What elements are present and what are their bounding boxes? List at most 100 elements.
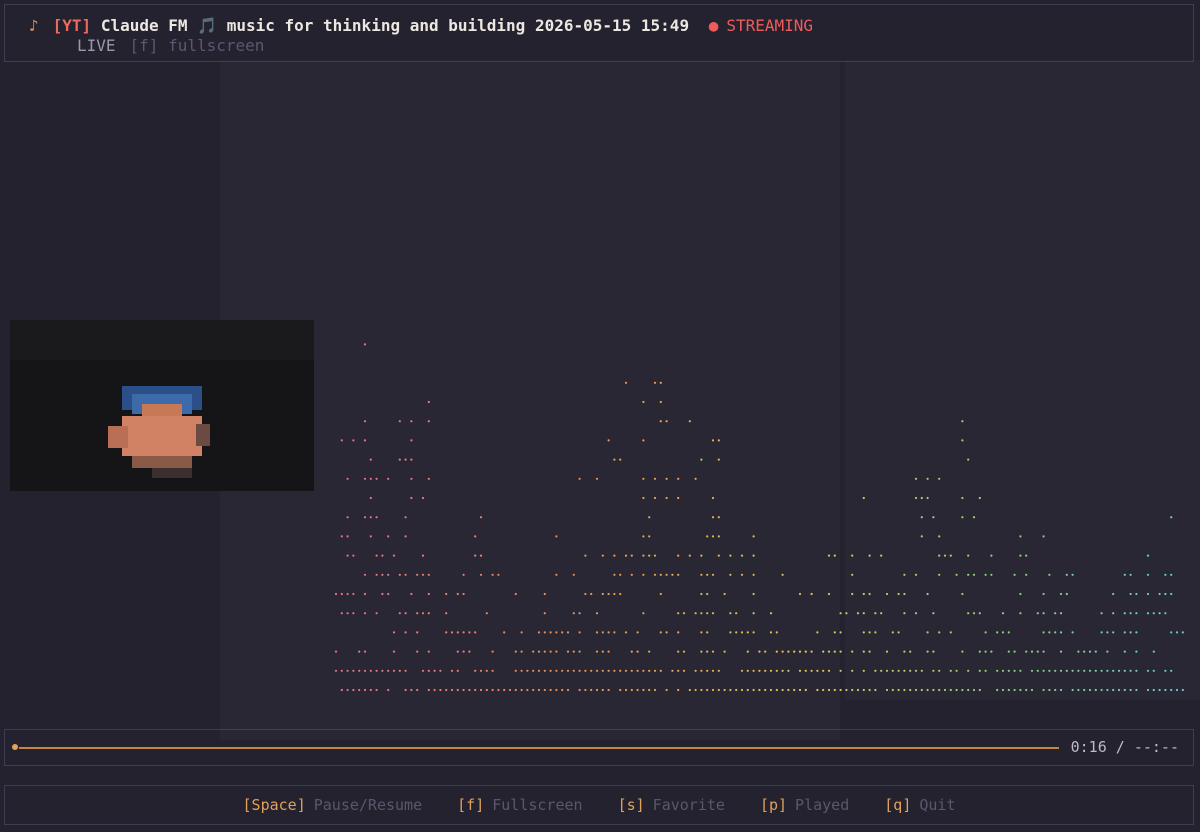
visualizer-dot <box>421 554 425 557</box>
visualizer-dot <box>711 573 715 576</box>
visualizer-dot <box>491 650 494 653</box>
visualizer-dot <box>880 554 883 557</box>
visualizer-dot <box>653 381 657 384</box>
visualizer-dot <box>549 631 552 634</box>
visualizer-dot <box>1071 669 1074 672</box>
visualizer-dot <box>334 650 338 653</box>
visualizer-dot <box>1042 592 1045 596</box>
visualizer-dot <box>874 669 877 672</box>
visualizer-dot <box>1042 612 1045 615</box>
progress-bar[interactable]: 0:16 / --:-- <box>4 729 1194 766</box>
visualizer-dot <box>781 688 784 692</box>
visualizer-dot <box>595 477 599 480</box>
visualizer-dot <box>706 535 709 538</box>
visualizer-dot <box>624 631 628 634</box>
visualizer-dot <box>1065 573 1068 576</box>
visualizer-dot <box>752 535 755 538</box>
visualizer-dot <box>706 650 709 653</box>
visualizer-dot <box>717 535 720 538</box>
visualizer-dot <box>433 688 436 692</box>
visualizer-dot <box>624 381 628 384</box>
visualizer-dot <box>949 554 952 557</box>
visualizer-dot <box>729 688 732 692</box>
visualizer-dot <box>613 631 616 634</box>
visualizer-dot <box>450 669 454 672</box>
visualizer-dot <box>346 612 349 615</box>
visualizer-dot <box>816 669 819 672</box>
keybind-quit[interactable]: [q] Quit <box>884 796 955 814</box>
visualizer-dot <box>607 592 610 596</box>
visualizer-dot <box>671 669 674 672</box>
visualizer-dot <box>955 573 958 576</box>
visualizer-dot <box>1059 650 1063 653</box>
visualizer-dot <box>346 554 349 557</box>
visualizer-dot <box>427 592 430 596</box>
visualizer-dot <box>659 400 662 404</box>
visualizer-dot <box>427 650 430 653</box>
visualizer-dot <box>578 631 581 634</box>
visualizer-dot <box>595 612 599 615</box>
visualizer-dot <box>862 688 865 692</box>
visualizer-dot <box>1019 669 1022 672</box>
keybind-played[interactable]: [p] Played <box>760 796 849 814</box>
visualizer-dot <box>1164 688 1167 692</box>
visualizer-dot <box>793 650 796 653</box>
visualizer-dot <box>781 650 784 653</box>
visualizer-dot <box>677 688 680 692</box>
visualizer-dot <box>775 669 778 672</box>
visualizer-dot <box>1129 573 1132 576</box>
visualizer-dot <box>752 669 755 672</box>
visualizer-dot <box>700 573 703 576</box>
visualizer-dot <box>920 516 923 519</box>
progress-knob[interactable] <box>12 744 18 750</box>
visualizer-dot <box>1036 669 1039 672</box>
visualizer-dot <box>868 631 871 634</box>
visualizer-dot <box>723 650 726 653</box>
visualizer-dot <box>427 477 430 480</box>
visualizer-dot <box>967 688 970 692</box>
visualizer-dot <box>1054 631 1057 634</box>
visualizer-dot <box>717 439 720 442</box>
visualizer-dot <box>729 573 732 576</box>
visualizer-dot <box>340 669 343 672</box>
visualizer-dot <box>369 477 372 480</box>
visualizer-dot <box>1181 688 1184 692</box>
visualizer-dot <box>1106 650 1109 653</box>
visualizer-dot <box>363 477 367 480</box>
visualizer-dot <box>410 439 413 442</box>
visualizer-dot <box>613 573 616 576</box>
visualizer-dot <box>619 573 622 576</box>
visualizer-dot <box>1175 631 1179 634</box>
visualizer-dot <box>665 631 668 634</box>
visualizer-dot <box>555 573 558 576</box>
visualizer-dot <box>711 669 715 672</box>
visualizer-dot <box>352 592 355 596</box>
visualizer-dot <box>874 688 877 692</box>
visualizer-dot <box>595 688 599 692</box>
visualizer-dot <box>659 592 662 596</box>
visualizer-dot <box>648 669 651 672</box>
visualizer-dot <box>387 573 390 576</box>
visualizer-dot <box>595 631 599 634</box>
visualizer-dot <box>584 592 587 596</box>
keybind-favorite[interactable]: [s] Favorite <box>618 796 725 814</box>
visualizer-dot <box>416 573 419 576</box>
visualizer-dot <box>920 688 923 692</box>
visualizer-dot <box>1042 650 1045 653</box>
progress-track[interactable] <box>19 747 1059 749</box>
visualizer-dot <box>903 592 906 596</box>
visualizer-dot <box>491 573 494 576</box>
visualizer-dot <box>758 688 761 692</box>
visualizer-dot <box>503 688 506 692</box>
visualizer-dot <box>410 592 413 596</box>
keybind-pause[interactable]: [Space] Pause/Resume <box>243 796 423 814</box>
keybind-fullscreen[interactable]: [f] Fullscreen <box>457 796 582 814</box>
visualizer-dot <box>653 496 657 500</box>
visualizer-dot <box>526 688 529 692</box>
visualizer-dot <box>1071 573 1074 576</box>
visualizer-dot <box>456 631 459 634</box>
visualizer-dot <box>607 669 610 672</box>
visualizer-dot <box>787 650 790 653</box>
visualizer-dot <box>479 516 483 519</box>
visualizer-dot <box>752 631 755 634</box>
